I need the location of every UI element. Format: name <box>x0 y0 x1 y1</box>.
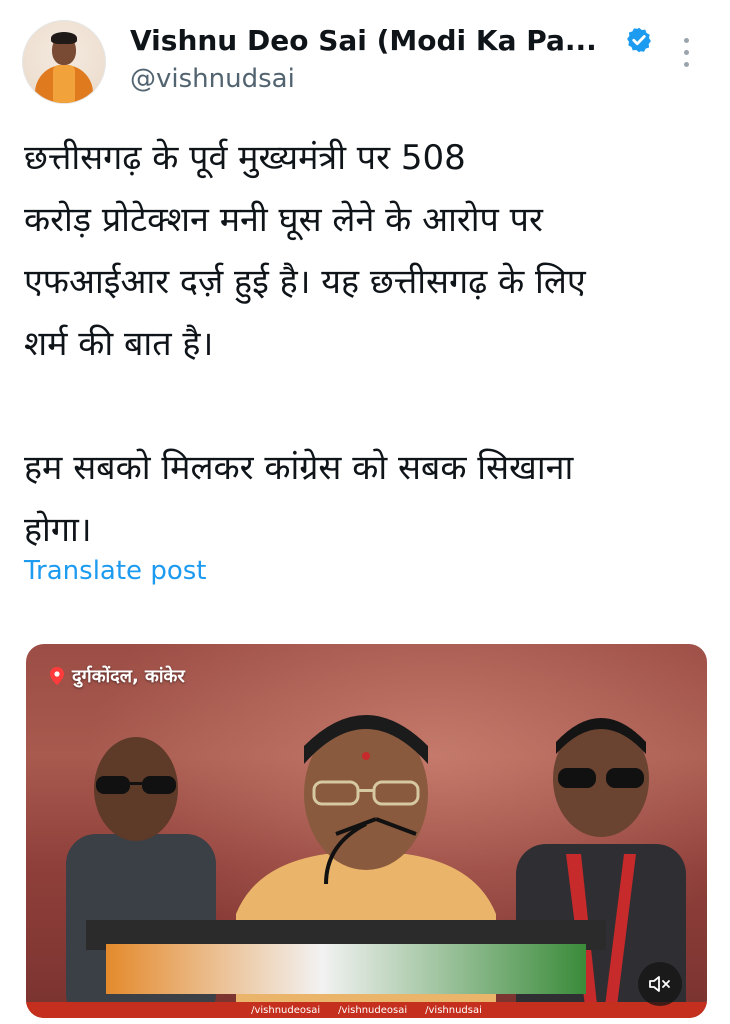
tweet-line: एफआईआर दर्ज़ हुई है। यह छत्तीसगढ़ के लिए <box>24 262 586 302</box>
location-label: दुर्गकोंदल, कांकेर <box>72 666 185 687</box>
user-handle[interactable]: @vishnudsai <box>130 64 295 94</box>
tweet-header: Vishnu Deo Sai (Modi Ka Pa... @vishnudsa… <box>0 0 730 110</box>
tweet-video[interactable]: दुर्गकोंदल, कांकेर /vishnudeosai /vishnu… <box>26 644 707 1018</box>
tweet-line: हम सबको मिलकर कांग्रेस को सबक सिखाना <box>24 448 574 488</box>
speaker-mute-glyph <box>649 976 670 992</box>
volume-muted-icon[interactable] <box>638 962 682 1006</box>
tweet-line: छत्तीसगढ़ के पूर्व मुख्यमंत्री पर 508 <box>24 138 466 178</box>
avatar[interactable] <box>22 20 106 104</box>
tweet-line: शर्म की बात है। <box>24 324 214 364</box>
more-options-icon[interactable] <box>680 38 692 72</box>
tweet-line: करोड़ प्रोटेक्शन मनी घूस लेने के आरोप पर <box>24 200 543 240</box>
translate-post-link[interactable]: Translate post <box>24 556 206 586</box>
video-footer-bar: /vishnudeosai /vishnudeosai /vishnudsai <box>26 1002 707 1018</box>
podium-banner <box>106 944 586 994</box>
footer-handle: /vishnudsai <box>425 1004 482 1016</box>
tweet-line: होगा। <box>24 510 92 550</box>
display-name[interactable]: Vishnu Deo Sai (Modi Ka Pa... <box>130 24 597 57</box>
tweet-text: छत्तीसगढ़ के पूर्व मुख्यमंत्री पर 508 कर… <box>24 127 714 561</box>
footer-handle: /vishnudeosai <box>251 1004 321 1016</box>
video-location: दुर्गकोंदल, कांकेर <box>50 664 185 688</box>
verified-badge-icon <box>627 27 651 53</box>
footer-handle: /vishnudeosai <box>338 1004 408 1016</box>
location-pin-icon <box>50 667 64 685</box>
